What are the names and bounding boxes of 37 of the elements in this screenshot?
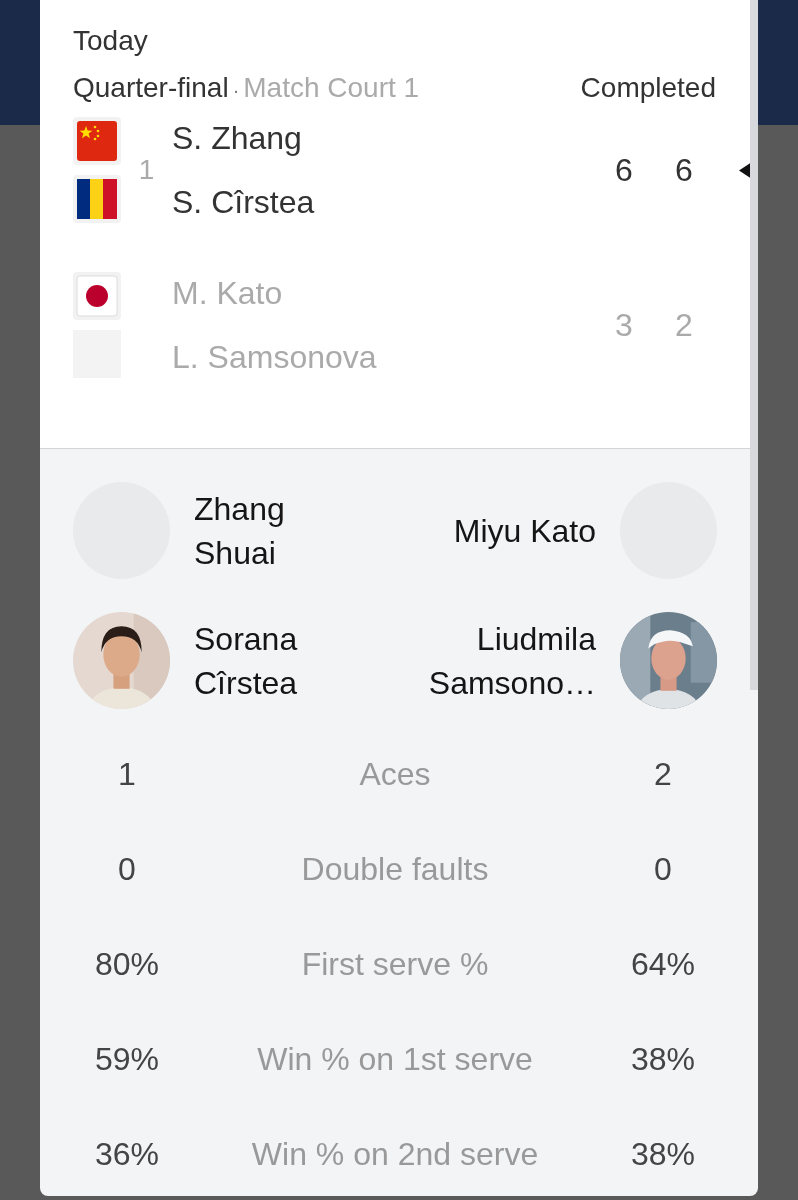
stat-value: 38% [629, 1136, 696, 1173]
stat-value: 2 [653, 756, 673, 793]
stat-value: 80% [93, 946, 160, 983]
player-full-name: Zhang Shuai [194, 489, 286, 573]
player-name: S. Cîrstea [172, 183, 316, 222]
stat-value: 64% [629, 946, 696, 983]
match-status: Completed [580, 71, 716, 105]
flag-icon [73, 117, 121, 165]
match-round: Quarter-final [73, 71, 229, 105]
stat-value: 1 [117, 756, 137, 793]
player-full-name: Liudmila Samsono… [427, 619, 596, 703]
player-full-name: Sorana Cîrstea [194, 619, 299, 703]
player-name: M. Kato [172, 274, 284, 313]
player-name: L. Samsonova [172, 338, 378, 377]
stat-label: First serve % [300, 946, 490, 983]
separator-dot: · [232, 78, 240, 103]
set-score: 2 [674, 306, 694, 344]
set-score: 6 [614, 151, 634, 189]
scrollbar[interactable] [750, 0, 758, 690]
stat-label: Win % on 1st serve [256, 1041, 534, 1078]
stat-value: 36% [93, 1136, 160, 1173]
stat-label: Double faults [300, 851, 490, 888]
stat-value: 59% [93, 1041, 160, 1078]
stat-label: Aces [358, 756, 432, 793]
stat-value: 0 [117, 851, 137, 888]
match-day: Today [73, 22, 750, 60]
court-name: Match Court 1 [243, 71, 420, 105]
seed-number: 1 [138, 154, 155, 185]
player-full-name: Miyu Kato [453, 511, 596, 551]
stat-value: 0 [653, 851, 673, 888]
flag-icon [73, 272, 121, 320]
stat-label: Win % on 2nd serve [250, 1136, 540, 1173]
stat-value: 38% [629, 1041, 696, 1078]
flag-icon [73, 175, 121, 223]
set-score: 6 [674, 151, 694, 189]
player-name: S. Zhang [172, 119, 303, 158]
set-score: 3 [614, 306, 634, 344]
